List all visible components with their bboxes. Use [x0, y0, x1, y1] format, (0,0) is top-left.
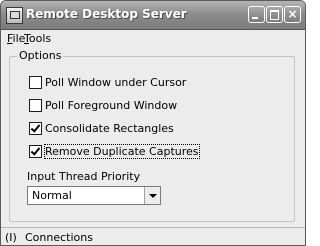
app-icon[interactable] — [6, 7, 23, 24]
checkbox-box[interactable] — [29, 122, 42, 135]
checkbox-box[interactable] — [29, 99, 42, 112]
options-group-label: Options — [17, 49, 64, 62]
checkbox-label: Poll Window under Cursor — [45, 76, 187, 89]
connections-label: Connections — [25, 231, 93, 244]
select-value: Normal — [32, 189, 72, 202]
menu-tools-label: ools — [28, 32, 52, 45]
status-bar: (I) Connections — [1, 227, 305, 245]
checkbox-box[interactable] — [29, 76, 42, 89]
input-thread-priority-select[interactable]: Normal — [27, 186, 161, 205]
menu-file[interactable]: File — [7, 32, 25, 45]
connections-count: (I) — [5, 231, 17, 244]
close-button[interactable]: × — [284, 6, 301, 23]
checkbox-label: Consolidate Rectangles — [45, 122, 174, 135]
app-window: Remote Desktop Server × File Tools Optio… — [0, 0, 306, 246]
menu-bar: File Tools — [1, 30, 305, 48]
close-icon: × — [287, 7, 298, 21]
checkbox-label: Poll Foreground Window — [45, 99, 178, 112]
window-title: Remote Desktop Server — [26, 7, 187, 21]
checkbox-box[interactable] — [29, 145, 42, 158]
checkbox-label: Remove Duplicate Captures — [44, 144, 200, 159]
maximize-button[interactable] — [266, 6, 283, 23]
minimize-button[interactable] — [248, 6, 265, 23]
title-bar[interactable]: Remote Desktop Server × — [1, 1, 305, 30]
input-thread-priority-label: Input Thread Priority — [27, 170, 141, 183]
menu-tools[interactable]: Tools — [24, 32, 51, 45]
chevron-down-icon[interactable] — [144, 187, 160, 204]
